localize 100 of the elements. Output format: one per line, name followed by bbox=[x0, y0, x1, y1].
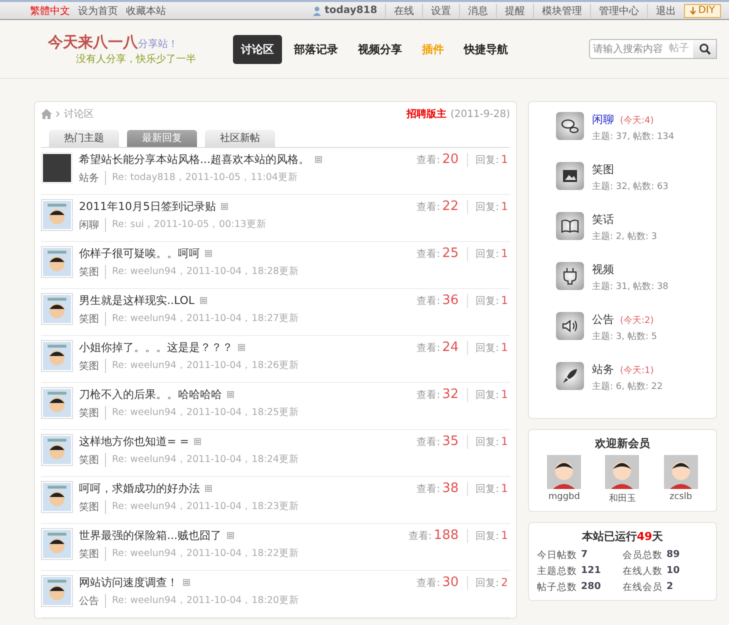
user-icon bbox=[312, 6, 322, 16]
replies-label: 回复: bbox=[466, 529, 499, 543]
thread-title[interactable]: 这样地方你也知道= = bbox=[79, 434, 189, 449]
thread-title[interactable]: 你样子很可疑唉。。呵呵 bbox=[79, 246, 200, 261]
member-name[interactable]: 和田玉 bbox=[608, 492, 636, 505]
thread-title[interactable]: 小姐你掉了。。。这是是？？？ bbox=[79, 340, 233, 355]
notice-link[interactable]: 招聘版主 bbox=[406, 107, 446, 121]
top-link[interactable]: 在线 bbox=[385, 4, 414, 18]
photo-placeholder[interactable] bbox=[41, 152, 73, 184]
thread-title[interactable]: 世界最强的保险箱...贼也囧了 bbox=[79, 528, 222, 543]
notice-date: (2011-9-28) bbox=[450, 108, 510, 120]
document-icon bbox=[194, 438, 201, 445]
nav-tab[interactable]: 视频分享 bbox=[350, 34, 410, 64]
cartoon-avatar[interactable] bbox=[41, 199, 73, 231]
plug-icon[interactable] bbox=[556, 262, 584, 290]
thread-title[interactable]: 刀枪不入的后果。。哈哈哈哈 bbox=[79, 387, 222, 402]
today-count: (今天:2) bbox=[620, 316, 654, 326]
reply-info: Re: weelun94，2011-10-04，18:24更新 bbox=[112, 453, 300, 467]
forum-link[interactable]: 笑图 bbox=[79, 453, 106, 467]
reply-info: Re: weelun94，2011-10-04，18:25更新 bbox=[112, 406, 300, 420]
views-label: 查看: bbox=[416, 388, 440, 402]
cartoon-avatar[interactable] bbox=[41, 434, 73, 466]
cartoon-avatar[interactable] bbox=[41, 387, 73, 419]
cartoon-avatar[interactable] bbox=[41, 528, 73, 560]
diy-button[interactable]: DIY bbox=[684, 4, 721, 18]
views-label: 查看: bbox=[416, 342, 440, 355]
speaker-icon[interactable] bbox=[556, 312, 584, 340]
tab[interactable]: 社区新帖 bbox=[205, 130, 275, 147]
chat-icon[interactable] bbox=[556, 112, 584, 140]
top-link[interactable]: 提醒 bbox=[496, 4, 526, 18]
top-link[interactable]: 设置 bbox=[422, 4, 452, 18]
username-link[interactable]: today818 bbox=[324, 5, 378, 16]
down-arrow-icon bbox=[690, 6, 696, 14]
avatar-icon[interactable] bbox=[605, 455, 640, 489]
forum-link[interactable]: 笑图 bbox=[79, 500, 106, 514]
forum-name[interactable]: 站务 bbox=[592, 363, 614, 376]
top-link[interactable]: 退出 bbox=[647, 4, 676, 18]
forum-link[interactable]: 笑图 bbox=[79, 265, 106, 279]
thread-title[interactable]: 网站访问速度调查！ bbox=[79, 575, 178, 590]
forum-link[interactable]: 笑图 bbox=[79, 406, 106, 420]
member-name[interactable]: zcslb bbox=[670, 492, 692, 502]
book-icon[interactable] bbox=[556, 212, 584, 240]
stat-value: 121 bbox=[581, 565, 601, 578]
cartoon-avatar[interactable] bbox=[41, 575, 73, 607]
forum-name[interactable]: 笑话 bbox=[592, 213, 614, 226]
forum-link[interactable]: 闲聊 bbox=[79, 218, 106, 232]
cartoon-avatar[interactable] bbox=[41, 246, 73, 278]
today-count: (今天:4) bbox=[620, 116, 654, 126]
forum-name[interactable]: 视频 bbox=[592, 263, 614, 276]
thread-title[interactable]: 男生就是这样现实..LOL bbox=[79, 293, 195, 308]
site-slogan: 没有人分享，快乐少了一半 bbox=[76, 52, 197, 66]
views-label: 查看: bbox=[416, 154, 440, 167]
views-count: 24 bbox=[442, 340, 459, 355]
replies-label: 回复: bbox=[466, 341, 499, 355]
forum-link[interactable]: 笑图 bbox=[79, 547, 106, 561]
nav-tab[interactable]: 快捷导航 bbox=[456, 34, 516, 64]
nav-tab[interactable]: 讨论区 bbox=[233, 34, 282, 64]
nav-tab[interactable]: 部落记录 bbox=[286, 34, 346, 64]
cartoon-avatar[interactable] bbox=[41, 340, 73, 372]
top-link[interactable]: 繁體中文 bbox=[30, 4, 70, 18]
thread-title[interactable]: 呵呵，求婚成功的好办法 bbox=[79, 481, 200, 496]
avatar-icon[interactable] bbox=[547, 455, 582, 489]
forum-stats: 主题: 6, 帖数: 22 bbox=[592, 380, 663, 393]
stat-label: 会员总数 bbox=[622, 549, 662, 562]
document-icon bbox=[238, 344, 245, 351]
document-icon bbox=[314, 156, 322, 163]
document-icon bbox=[226, 532, 234, 539]
cartoon-avatar[interactable] bbox=[41, 293, 73, 325]
tab[interactable]: 热门主题 bbox=[49, 130, 119, 147]
forum-link[interactable]: 公告 bbox=[79, 594, 106, 608]
stat-value: 89 bbox=[666, 549, 680, 562]
forum-name[interactable]: 笑图 bbox=[592, 163, 614, 176]
member-name[interactable]: mggbd bbox=[548, 492, 580, 502]
document-icon bbox=[221, 203, 228, 210]
today-count: (今天:1) bbox=[620, 366, 654, 376]
thread-title[interactable]: 2011年10月5日签到记录贴 bbox=[79, 199, 216, 214]
stat-value: 10 bbox=[666, 565, 680, 578]
forum-link[interactable]: 笑图 bbox=[79, 359, 106, 373]
forum-name[interactable]: 公告 bbox=[592, 313, 614, 326]
forum-link[interactable]: 站务 bbox=[79, 171, 106, 185]
cartoon-avatar[interactable] bbox=[41, 481, 73, 513]
card-title: 欢迎新会员 bbox=[594, 436, 651, 451]
replies-count: 1 bbox=[501, 482, 508, 495]
thread-title[interactable]: 希望站长能分享本站风格...超喜欢本站的风格。 bbox=[79, 152, 310, 167]
picture-icon[interactable] bbox=[556, 162, 584, 190]
replies-count: 1 bbox=[501, 294, 508, 307]
search-button[interactable] bbox=[693, 39, 717, 59]
forum-name[interactable]: 闲聊 bbox=[592, 113, 614, 126]
forum-link[interactable]: 笑图 bbox=[79, 312, 106, 326]
avatar-icon[interactable] bbox=[664, 455, 698, 489]
top-link[interactable]: 设为首页 bbox=[78, 4, 118, 18]
replies-count: 1 bbox=[501, 435, 508, 448]
site-logo[interactable]: 今天来八一八 bbox=[48, 32, 138, 50]
top-link[interactable]: 消息 bbox=[459, 4, 488, 18]
views-label: 查看: bbox=[408, 530, 432, 543]
top-link[interactable]: 收藏本站 bbox=[126, 4, 166, 18]
top-link[interactable]: 模块管理 bbox=[533, 4, 582, 18]
views-count: 35 bbox=[442, 434, 459, 449]
reply-info: Re: weelun94，2011-10-04，18:23更新 bbox=[112, 500, 300, 514]
top-link[interactable]: 管理中心 bbox=[590, 4, 640, 18]
